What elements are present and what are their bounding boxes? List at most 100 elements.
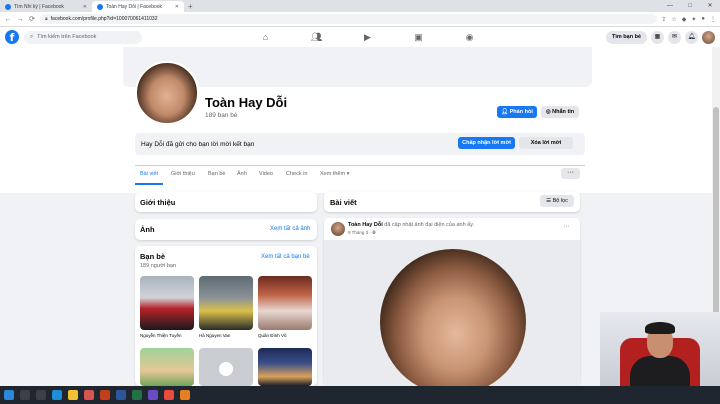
friend-name[interactable]: Nguyễn Thiện Tuyền — [140, 333, 194, 338]
see-all-friends-link[interactable]: Xem tất cả bạn bè — [261, 254, 310, 260]
person-check-icon: 👤︎ — [501, 109, 509, 115]
friend-photo-placeholder[interactable] — [199, 348, 253, 386]
scrollbar-thumb[interactable] — [713, 107, 719, 337]
friend-photo[interactable] — [258, 348, 312, 386]
photos-title: Ảnh — [140, 225, 155, 234]
search-placeholder: Tìm kiếm trên Facebook — [37, 34, 97, 40]
notifications-icon[interactable]: 🔔︎ — [685, 30, 698, 44]
search-input[interactable]: ⌕ Tìm kiếm trên Facebook — [24, 30, 142, 44]
browser-tab-title: Tìm Nhi ký | Facebook — [14, 3, 64, 10]
tab-photos[interactable]: Ảnh — [237, 171, 247, 177]
person-hair — [645, 322, 675, 334]
facebook-favicon-icon — [5, 3, 11, 10]
browser-tab-active[interactable]: Toàn Hay Dỗi | Facebook ✕ — [92, 1, 184, 12]
friend-photo[interactable] — [140, 276, 194, 330]
caret-down-icon: ▾ — [346, 171, 350, 177]
post-timestamp[interactable]: 9 Tháng 3 · 🌐︎ — [348, 230, 376, 235]
reply-button[interactable]: 👤︎ Phản hồi — [497, 106, 537, 118]
reload-icon[interactable]: ⟳ — [28, 15, 36, 23]
back-icon[interactable]: ← — [4, 16, 12, 23]
app-icon[interactable] — [148, 390, 158, 400]
account-avatar[interactable] — [702, 30, 715, 44]
find-friends-button[interactable]: Tìm bạn bè — [605, 30, 647, 44]
delete-request-button[interactable]: Xóa lời mời — [519, 137, 573, 149]
watch-icon[interactable]: ▶ — [342, 27, 393, 47]
message-button-label: Nhắn tin — [552, 109, 575, 115]
messenger-icon[interactable]: ✉ — [668, 30, 681, 44]
share-icon[interactable]: ⇪ — [661, 16, 666, 23]
webcam-overlay — [600, 312, 720, 386]
minimize-icon[interactable]: — — [660, 0, 680, 12]
friends-icon[interactable]: 👥︎ — [291, 27, 342, 47]
post-time-text: 9 Tháng 3 · — [348, 230, 373, 235]
address-bar[interactable]: 🔒︎ facebook.com/profile.php?id=100070061… — [40, 14, 658, 24]
close-tab-icon[interactable]: ✕ — [83, 4, 87, 10]
intro-title: Giới thiệu — [140, 198, 176, 207]
maximize-icon[interactable]: □ — [680, 0, 700, 12]
tab-friends[interactable]: Bạn bè — [208, 171, 225, 177]
friend-photo[interactable] — [199, 276, 253, 330]
menu-dots-icon[interactable]: ⋮ — [710, 16, 716, 23]
post-menu-button[interactable]: ··· — [563, 223, 570, 230]
friends-title: Bạn bè — [140, 252, 166, 261]
filter-icon: ☰ — [546, 198, 552, 204]
post-action-text: đã cập nhật ảnh đại diện của anh ấy. — [384, 222, 475, 228]
recorder-icon[interactable] — [164, 390, 174, 400]
posts-title: Bài viết — [330, 198, 357, 207]
profile-friend-count[interactable]: 189 bạn bè — [205, 112, 238, 119]
edge-icon[interactable] — [52, 390, 62, 400]
extensions-area: ⇪ ☆ ◆ ✦ ● ⋮ — [661, 16, 716, 23]
windows-taskbar — [0, 386, 720, 404]
person-body — [630, 356, 690, 386]
accept-request-button[interactable]: Chấp nhận lời mời — [458, 137, 515, 149]
word-icon[interactable] — [116, 390, 126, 400]
more-options-button[interactable]: ··· — [561, 168, 580, 179]
windows-start-icon[interactable] — [4, 390, 14, 400]
post-author-name[interactable]: Toàn Hay Dỗi — [348, 222, 383, 228]
groups-icon[interactable]: ◉ — [444, 27, 495, 47]
chrome-icon[interactable] — [84, 390, 94, 400]
powerpoint-icon[interactable] — [100, 390, 110, 400]
profile-picture[interactable] — [135, 61, 199, 125]
friend-name[interactable]: Hà Nguyen Van — [199, 333, 253, 338]
friend-name[interactable]: Quân Đình Vũ — [258, 333, 312, 338]
profile-tabs — [135, 165, 585, 185]
task-view-icon[interactable] — [36, 390, 46, 400]
post-header: Toàn Hay Dỗi đã cập nhật ảnh đại diện củ… — [348, 222, 474, 228]
file-explorer-icon[interactable] — [68, 390, 78, 400]
window-controls: — □ ✕ — [660, 0, 720, 12]
profile-icon[interactable]: ● — [701, 16, 705, 23]
default-avatar-icon — [219, 362, 233, 376]
tab-checkin[interactable]: Check in — [286, 171, 307, 177]
forward-icon[interactable]: → — [16, 16, 24, 23]
friend-photo[interactable] — [140, 348, 194, 386]
new-tab-button[interactable]: + — [184, 1, 197, 12]
tab-videos[interactable]: Video — [259, 171, 273, 177]
facebook-favicon-icon — [97, 3, 103, 10]
message-button[interactable]: ◎ Nhắn tin — [541, 106, 579, 118]
friend-photo[interactable] — [258, 276, 312, 330]
browser-tab[interactable]: Tìm Nhi ký | Facebook ✕ — [0, 1, 92, 12]
tab-more-label: Xem thêm — [320, 171, 346, 177]
menu-grid-icon[interactable]: ▦ — [651, 30, 664, 44]
tab-about[interactable]: Giới thiệu — [171, 171, 195, 177]
puzzle-icon[interactable]: ✦ — [691, 16, 696, 23]
messenger-icon: ◎ — [545, 109, 551, 115]
excel-icon[interactable] — [132, 390, 142, 400]
extension-icon[interactable]: ◆ — [682, 16, 687, 23]
marketplace-icon[interactable]: ▣ — [393, 27, 444, 47]
star-icon[interactable]: ☆ — [671, 16, 676, 23]
facebook-logo-icon[interactable]: f — [5, 30, 19, 44]
close-tab-icon[interactable]: ✕ — [175, 4, 179, 10]
see-all-photos-link[interactable]: Xem tất cả ảnh — [270, 226, 310, 232]
app-icon[interactable] — [180, 390, 190, 400]
tab-more[interactable]: Xem thêm ▾ — [320, 171, 349, 177]
post-author-avatar[interactable] — [331, 222, 345, 236]
close-window-icon[interactable]: ✕ — [700, 0, 720, 12]
tab-posts[interactable]: Bài viết — [140, 171, 158, 177]
search-taskbar-icon[interactable] — [20, 390, 30, 400]
home-icon[interactable]: ⌂ — [240, 27, 291, 47]
filter-button[interactable]: ☰ Bộ lọc — [540, 195, 574, 207]
search-icon: ⌕ — [30, 33, 34, 40]
post-profile-photo[interactable] — [380, 249, 526, 395]
